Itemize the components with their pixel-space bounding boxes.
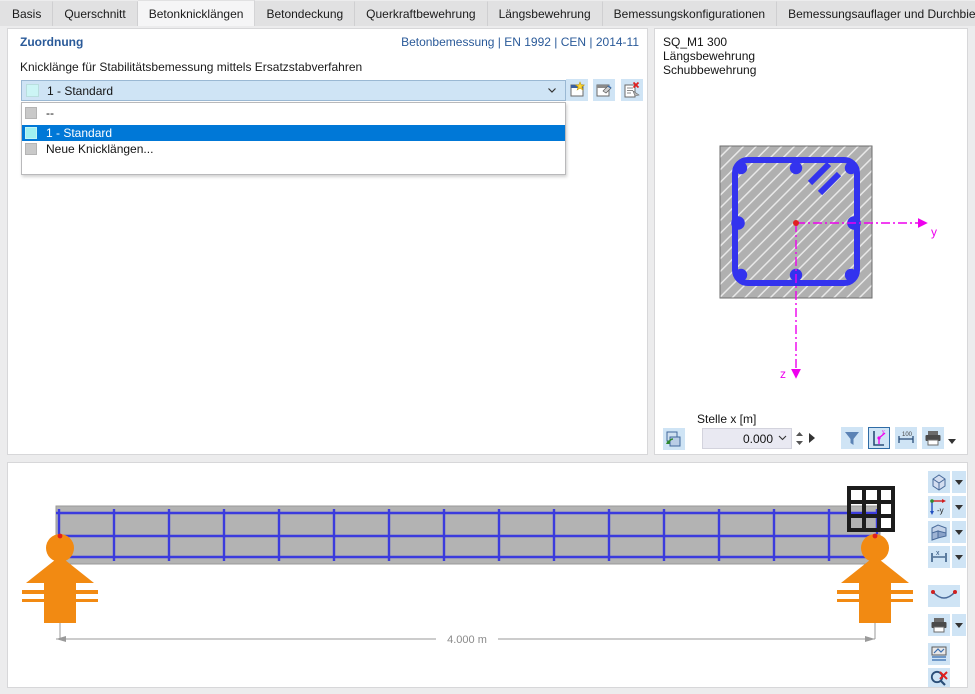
tab-betonknicklängen[interactable]: Betonknicklängen xyxy=(137,0,256,26)
new-buckling-length-button[interactable] xyxy=(566,79,588,101)
dropdown-option-label: -- xyxy=(46,106,54,120)
svg-text:x: x xyxy=(936,550,940,557)
sync-view-button[interactable] xyxy=(663,428,685,450)
dimension-label: 4.000 m xyxy=(447,634,487,646)
rebar xyxy=(789,161,803,175)
option-color-swatch xyxy=(25,143,37,155)
play-right-icon[interactable] xyxy=(807,432,817,447)
dropdown-option-label: 1 - Standard xyxy=(46,126,113,140)
dimensions-button[interactable]: 100 xyxy=(895,427,917,449)
cross-section-preview-panel: SQ_M1 300 Längsbewehrung Schubbewehrung xyxy=(654,28,968,455)
filter-button[interactable] xyxy=(841,427,863,449)
magnifier-delete-icon xyxy=(930,670,948,686)
tab-bemessungskonfigurationen[interactable]: Bemessungskonfigurationen xyxy=(602,1,778,26)
buckling-length-dropdown-list[interactable]: -- 1 - Standard Neue Knicklängen... xyxy=(21,102,566,175)
tab-bemessungsauflager-und-durchbiegung[interactable]: Bemessungsauflager und Durchbiegung xyxy=(777,1,975,26)
position-value: 0.000 xyxy=(742,431,773,446)
cross-section-title: SQ_M1 300 Längsbewehrung Schubbewehrung xyxy=(663,35,757,77)
view-3d-caret[interactable] xyxy=(952,471,966,493)
print-button[interactable] xyxy=(922,427,944,449)
dimension-mode-button[interactable]: x xyxy=(928,546,950,568)
dimension-mode-caret[interactable] xyxy=(952,546,966,568)
rebar xyxy=(844,268,858,282)
dropdown-option-standard[interactable]: 1 - Standard xyxy=(22,125,565,141)
grid-3x3-icon xyxy=(847,486,895,532)
tab-betondeckung[interactable]: Betondeckung xyxy=(255,1,356,26)
spinner-updown-icon[interactable] xyxy=(795,431,804,449)
dimension-x-icon: x xyxy=(931,550,947,562)
option-color-swatch xyxy=(25,127,37,139)
caret-down-icon xyxy=(955,623,963,628)
tab-querschnitt[interactable]: Querschnitt xyxy=(53,1,138,26)
rebar xyxy=(731,216,745,230)
axis-minus-y-icon: -y xyxy=(930,499,946,515)
caret-down-icon[interactable] xyxy=(947,434,957,448)
axis-system-button[interactable]: y xyxy=(868,427,890,449)
option-color-swatch xyxy=(25,107,37,119)
tab-längsbewehrung[interactable]: Längsbewehrung xyxy=(487,1,603,26)
rebar xyxy=(844,161,858,175)
centroid-marker xyxy=(793,220,799,226)
caret-down-icon xyxy=(955,480,963,485)
assignment-panel: Zuordnung Betonbemessung | EN 1992 | CEN… xyxy=(7,28,648,455)
buckling-length-combobox[interactable]: 1 - Standard xyxy=(21,80,566,101)
dropdown-option-new[interactable]: Neue Knicklängen... xyxy=(22,141,565,157)
dropdown-option-label: Neue Knicklängen... xyxy=(46,142,154,156)
caret-down-icon xyxy=(955,530,963,535)
view-direction-caret[interactable] xyxy=(952,496,966,518)
caret-down-icon xyxy=(955,555,963,560)
printer-icon xyxy=(931,618,947,633)
dimension-line-icon: 100 xyxy=(898,432,914,443)
render-solid-icon xyxy=(931,524,947,541)
z-axis-label: z xyxy=(780,367,786,381)
reset-zoom-button[interactable] xyxy=(928,668,950,687)
print-graphic-button[interactable] xyxy=(928,614,950,636)
design-code-info: Betonbemessung | EN 1992 | CEN | 2014-11 xyxy=(401,35,639,49)
refresh-view-icon xyxy=(666,431,681,447)
y-axis-label: y xyxy=(931,225,937,239)
edit-item-icon xyxy=(596,84,612,97)
new-item-icon xyxy=(570,81,586,97)
filter-funnel-icon xyxy=(845,432,859,445)
cube-icon xyxy=(932,474,946,491)
print-report-button[interactable] xyxy=(928,643,950,665)
chevron-down-icon[interactable] xyxy=(777,432,788,446)
delete-item-icon xyxy=(624,81,640,98)
position-label: Stelle x [m] xyxy=(697,412,757,426)
position-spinner[interactable]: 0.000 xyxy=(702,428,792,449)
cross-section-graphic: y z xyxy=(719,145,937,381)
render-mode-caret[interactable] xyxy=(952,521,966,543)
view-direction-button[interactable]: -y xyxy=(928,496,950,518)
tab-bar: Basis Querschnitt Betonknicklängen Betondec… xyxy=(0,0,975,26)
edit-buckling-length-button[interactable] xyxy=(593,79,615,101)
combobox-color-swatch xyxy=(26,84,39,97)
rebar xyxy=(734,161,748,175)
svg-text:100: 100 xyxy=(902,432,913,438)
tab-basis[interactable]: Basis xyxy=(0,1,54,26)
render-mode-button[interactable] xyxy=(928,521,950,543)
print-graphic-caret[interactable] xyxy=(952,614,966,636)
buckling-length-label: Knicklänge für Stabilitätsbemessung mitt… xyxy=(20,60,363,74)
grid-handle[interactable] xyxy=(846,485,896,533)
printout-report-icon xyxy=(931,646,947,661)
axis-system-icon: y xyxy=(873,429,886,446)
caret-down-icon xyxy=(955,505,963,510)
model-graphics-panel[interactable]: 4.000 m -y x xyxy=(7,462,968,688)
combobox-value: 1 - Standard xyxy=(47,83,114,98)
axis-indicator-label: -y xyxy=(937,506,944,515)
beam-model-graphic[interactable]: 4.000 m xyxy=(8,463,968,688)
dropdown-option-empty[interactable]: -- xyxy=(22,105,565,121)
delete-buckling-length-button[interactable] xyxy=(621,79,643,101)
chevron-down-icon[interactable] xyxy=(546,84,558,96)
deformed-shape-icon xyxy=(931,590,957,599)
tab-querkraftbewehrung[interactable]: Querkraftbewehrung xyxy=(355,1,488,26)
deformation-button[interactable] xyxy=(928,585,960,607)
view-3d-button[interactable] xyxy=(928,471,950,493)
rebar xyxy=(734,268,748,282)
page-title: Zuordnung xyxy=(20,35,84,49)
printer-icon xyxy=(925,431,941,446)
